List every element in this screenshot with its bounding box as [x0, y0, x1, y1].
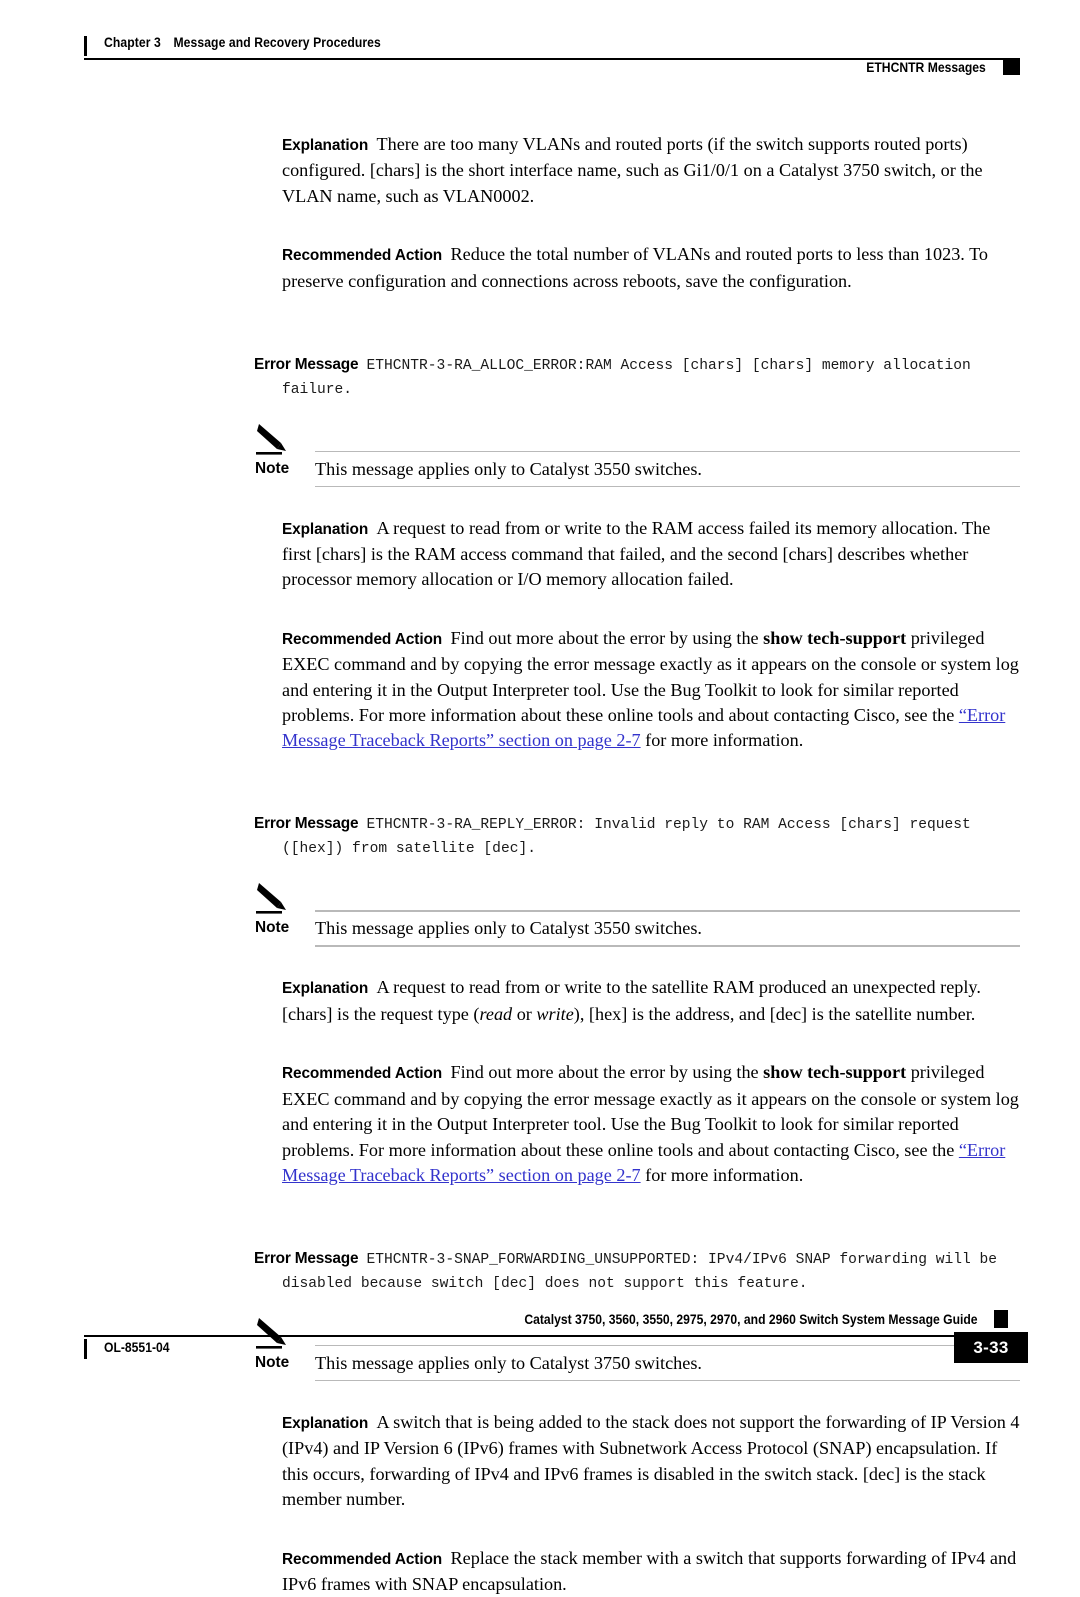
recommended-action-label: Recommended Action: [282, 247, 443, 265]
error-message-text: ETHCNTR-3-SNAP_FORWARDING_UNSUPPORTED: I…: [282, 1251, 1006, 1292]
note-block: Note This message applies only to Cataly…: [255, 881, 1020, 953]
error-message-label: Error Message: [254, 815, 359, 833]
note-text: This message applies only to Catalyst 35…: [315, 918, 702, 939]
action-text-part-3: for more information.: [640, 730, 804, 751]
note-rule-bottom: [315, 485, 1020, 487]
error-message-block: Error Message ETHCNTR-3-SNAP_FORWARDING_U…: [254, 1247, 1020, 1296]
explanation-text: There are too many VLANs and routed port…: [282, 134, 983, 206]
note-rule-top: [315, 450, 1020, 452]
header-left-tick: [84, 36, 87, 56]
explanation-text: A request to read from or write to the R…: [282, 517, 991, 590]
italic-read: read: [479, 1003, 513, 1024]
page-content: Explanation There are too many VLANs and …: [254, 132, 1020, 1597]
note-rule-bottom: [315, 945, 1020, 947]
explanation-paragraph: Explanation There are too many VLANs and …: [282, 132, 1020, 209]
recommended-action-paragraph: Recommended Action Find out more about th…: [282, 1060, 1020, 1188]
italic-write: write: [536, 1003, 574, 1024]
action-text-part-1: Find out more about the error by using t…: [450, 1062, 764, 1083]
explanation-label: Explanation: [282, 137, 369, 154]
inline-command: show tech-support: [763, 627, 907, 648]
error-message-text: ETHCNTR-3-RA_ALLOC_ERROR:RAM Access [cha…: [282, 357, 980, 398]
explanation-label: Explanation: [282, 520, 369, 538]
pencil-icon: [255, 422, 301, 458]
recommended-action-paragraph: Recommended Action Find out more about th…: [282, 626, 1020, 754]
error-message-label: Error Message: [254, 355, 359, 373]
error-message-text: ETHCNTR-3-RA_REPLY_ERROR: Invalid reply …: [282, 817, 980, 858]
recommended-action-label: Recommended Action: [282, 1550, 443, 1568]
recommended-action-label: Recommended Action: [282, 1065, 443, 1083]
note-text: This message applies only to Catalyst 35…: [315, 458, 702, 479]
inline-command: show tech-support: [763, 1062, 907, 1083]
error-message-block: Error Message ETHCNTR-3-RA_ALLOC_ERROR:RA…: [254, 353, 1020, 402]
note-rule-bottom: [315, 1379, 1020, 1382]
explanation-paragraph: Explanation A switch that is being added …: [282, 1410, 1020, 1513]
header-chapter-number: Chapter 3: [104, 35, 161, 50]
footer-rule: [84, 1335, 989, 1337]
header-chapter: Chapter 3 Message and Recovery Procedures: [104, 35, 381, 50]
explanation-text: A switch that is being added to the stac…: [282, 1411, 1020, 1510]
page-number-badge: 3-33: [954, 1332, 1028, 1363]
explanation-paragraph: Explanation A request to read from or wri…: [282, 975, 1020, 1027]
footer-left-tick: [84, 1339, 87, 1359]
note-rule-top: [315, 910, 1020, 912]
explanation-paragraph: Explanation A request to read from or wri…: [282, 516, 1020, 593]
note-block: Note This message applies only to Cataly…: [255, 422, 1020, 494]
header-marker-square: [1003, 58, 1020, 75]
document-page: Chapter 3 Message and Recovery Procedures…: [0, 0, 1080, 1594]
recommended-action-label: Recommended Action: [282, 630, 443, 648]
explanation-text-part-3: ), [hex] is the address, and [dec] is th…: [573, 1003, 976, 1024]
page-header: Chapter 3 Message and Recovery Procedures…: [84, 34, 1020, 76]
header-chapter-title: Message and Recovery Procedures: [173, 35, 381, 50]
explanation-label: Explanation: [282, 980, 369, 998]
action-text-part-3: for more information.: [640, 1164, 804, 1185]
recommended-action-paragraph: Recommended Action Replace the stack memb…: [282, 1546, 1020, 1597]
explanation-label: Explanation: [282, 1414, 369, 1432]
page-footer: Catalyst 3750, 3560, 3550, 2975, 2970, a…: [84, 1310, 1028, 1374]
footer-document-id: OL-8551-04: [104, 1340, 170, 1355]
error-message-block: Error Message ETHCNTR-3-RA_REPLY_ERROR: I…: [254, 812, 1020, 861]
footer-marker-square: [994, 1310, 1008, 1328]
pencil-icon: [255, 881, 301, 917]
action-text-part-1: Find out more about the error by using t…: [450, 627, 764, 648]
note-label: Note: [255, 919, 290, 937]
footer-guide-title: Catalyst 3750, 3560, 3550, 2975, 2970, a…: [524, 1312, 978, 1327]
header-section-title: ETHCNTR Messages: [866, 60, 986, 75]
note-label: Note: [255, 459, 290, 477]
explanation-text-part-2: or: [512, 1003, 537, 1024]
error-message-label: Error Message: [254, 1249, 359, 1267]
recommended-action-paragraph: Recommended Action Reduce the total numbe…: [282, 242, 1020, 294]
